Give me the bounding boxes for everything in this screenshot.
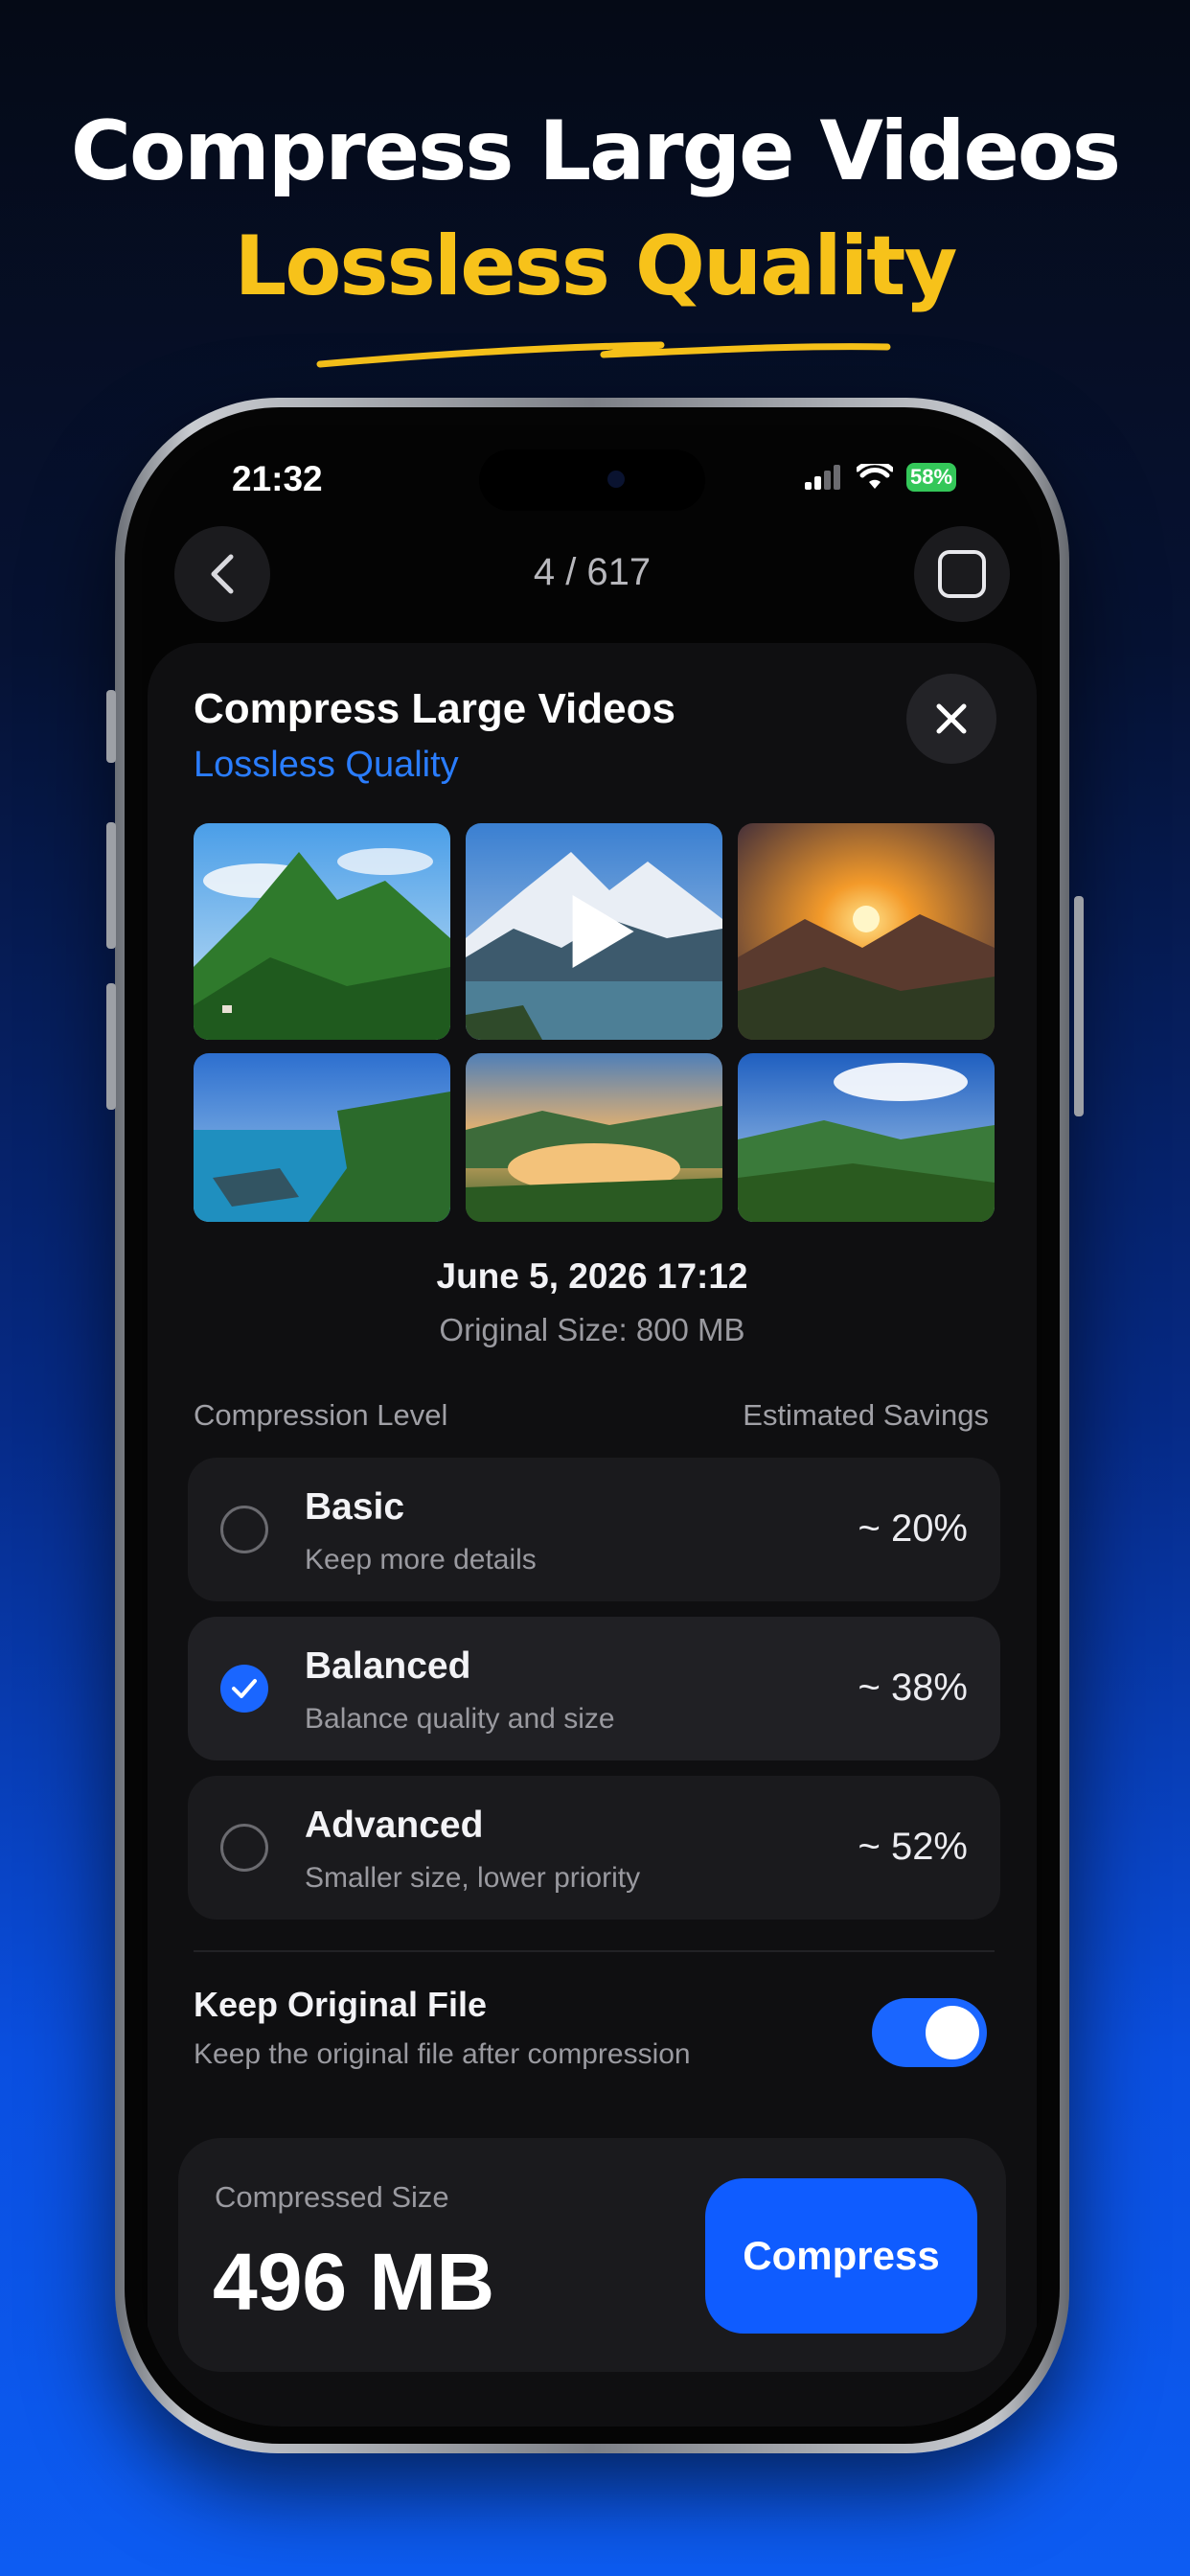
- compression-level-label: Compression Level: [194, 1398, 448, 1432]
- thumbnail-6[interactable]: [738, 1053, 995, 1222]
- power-button: [1074, 896, 1084, 1116]
- compressed-size-label: Compressed Size: [215, 2180, 449, 2214]
- thumbnail-4[interactable]: [194, 1053, 450, 1222]
- phone-screen: 21:32 58% 4 / 617 Compress Large Videos …: [142, 425, 1042, 2426]
- option-basic[interactable]: Basic Keep more details ~ 20%: [188, 1458, 1000, 1601]
- status-time: 21:32: [232, 459, 323, 498]
- sheet-subtitle: Lossless Quality: [194, 745, 459, 785]
- option-name: Advanced: [305, 1805, 484, 1846]
- radio-unchecked-icon[interactable]: [220, 1506, 268, 1553]
- square-icon: [938, 550, 986, 598]
- option-balanced[interactable]: Balanced Balance quality and size ~ 38%: [188, 1617, 1000, 1760]
- dynamic-island: [479, 449, 705, 511]
- volume-up-button: [106, 822, 116, 949]
- estimated-savings-label: Estimated Savings: [743, 1398, 989, 1432]
- checkmark-icon: [232, 1679, 257, 1698]
- play-icon[interactable]: [572, 895, 634, 968]
- option-desc: Keep more details: [305, 1544, 537, 1576]
- option-savings: ~ 38%: [858, 1667, 968, 1709]
- thumbnail-3[interactable]: [738, 823, 995, 1040]
- option-savings: ~ 52%: [858, 1826, 968, 1868]
- option-name: Basic: [305, 1486, 405, 1528]
- volume-down-button: [106, 983, 116, 1110]
- compressed-size-value: 496 MB: [213, 2237, 495, 2327]
- status-icons: 58%: [805, 463, 956, 492]
- action-button: [106, 690, 116, 763]
- compress-button[interactable]: Compress: [705, 2178, 977, 2334]
- radio-checked-icon[interactable]: [220, 1665, 268, 1713]
- thumbnail-5[interactable]: [466, 1053, 722, 1222]
- keep-original-toggle[interactable]: [872, 1998, 987, 2067]
- original-size: Original Size: 800 MB: [439, 1312, 745, 1347]
- option-desc: Balance quality and size: [305, 1703, 615, 1735]
- underline-squiggle: [316, 341, 891, 368]
- close-button[interactable]: [906, 674, 996, 764]
- option-advanced[interactable]: Advanced Smaller size, lower priority ~ …: [188, 1776, 1000, 1920]
- option-desc: Smaller size, lower priority: [305, 1862, 641, 1894]
- compress-sheet: Compress Large Videos Lossless Quality J…: [148, 643, 1037, 2426]
- select-checkbox[interactable]: [914, 526, 1010, 622]
- option-name: Balanced: [305, 1645, 471, 1687]
- keep-original-title: Keep Original File: [194, 1985, 488, 2024]
- wifi-icon: [857, 464, 893, 489]
- keep-original-desc: Keep the original file after compression: [194, 2038, 691, 2070]
- signal-icon: [805, 465, 840, 490]
- divider: [194, 1950, 995, 1952]
- promo-subheadline: Lossless Quality: [234, 218, 958, 314]
- toggle-knob: [926, 2006, 979, 2059]
- thumbnail-1[interactable]: [194, 823, 450, 1040]
- promo-headline: Compress Large Videos: [70, 104, 1121, 199]
- battery-indicator: 58%: [906, 463, 956, 492]
- item-counter: 4 / 617: [533, 551, 652, 593]
- option-savings: ~ 20%: [858, 1507, 968, 1550]
- sheet-title: Compress Large Videos: [194, 685, 675, 732]
- close-icon: [936, 703, 967, 734]
- radio-unchecked-icon[interactable]: [220, 1824, 268, 1872]
- compressed-size-card: Compressed Size 496 MB Compress: [178, 2138, 1006, 2372]
- video-date: June 5, 2026 17:12: [436, 1256, 748, 1296]
